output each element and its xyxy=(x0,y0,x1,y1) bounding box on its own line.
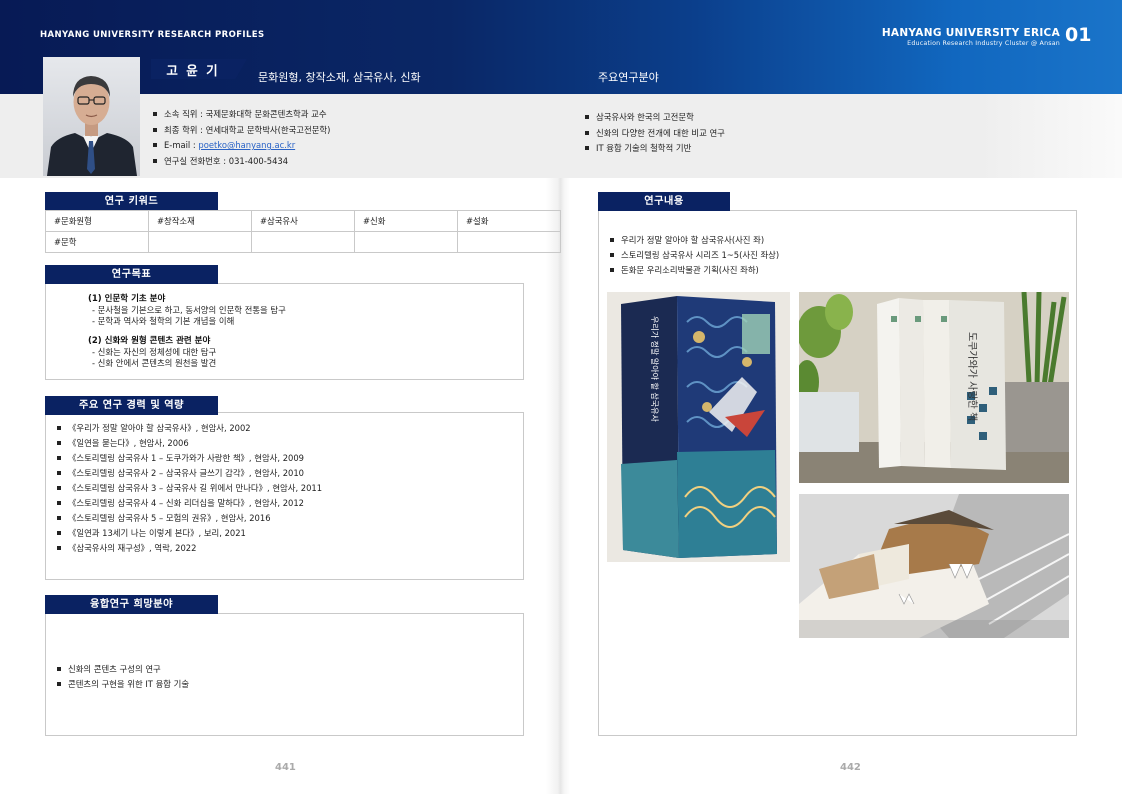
position-item: 소속 직위 : 국제문화대학 문화콘텐츠학과 교수 xyxy=(152,107,330,123)
keyword-cell xyxy=(148,231,252,253)
list-item: 《스토리텔링 삼국유사 4 – 신화 리더십을 말하다》, 현암사, 2012 xyxy=(56,496,322,511)
list-item: 《우리가 정말 알아야 할 삼국유사》, 현암사, 2002 xyxy=(56,421,322,436)
page-number-left: 441 xyxy=(275,762,296,773)
major-fields-list: 삼국유사와 한국의 고전문학 신화의 다양한 전개에 대한 비교 연구 IT 융… xyxy=(584,110,725,157)
profile-info-list: 소속 직위 : 국제문화대학 문화콘텐츠학과 교수 최종 학위 : 연세대학교 … xyxy=(152,107,330,169)
list-item: 스토리텔링 삼국유사 시리즈 1~5(사진 좌상) xyxy=(609,248,779,263)
goal-line: - 문사철을 기본으로 하고, 동서양의 인문학 전통을 탐구 xyxy=(92,305,286,315)
major-field-item: IT 융합 기술의 철학적 기반 xyxy=(584,141,725,157)
keywords-table: #문화원형 #창작소재 #삼국유사 #신화 #설화 #문학 xyxy=(45,210,561,253)
career-section-title: 주요 연구 경력 및 역량 xyxy=(45,396,218,415)
major-fields-title: 주요연구분야 xyxy=(598,71,659,84)
goal-heading-1: (1) 인문학 기초 분야 xyxy=(88,294,166,304)
major-field-item: 신화의 다양한 전개에 대한 비교 연구 xyxy=(584,126,725,142)
career-list: 《우리가 정말 알아야 할 삼국유사》, 현암사, 2002 《일연을 묻는다》… xyxy=(56,421,322,556)
series-cover-title: 도쿠가와가 사랑한 책 xyxy=(966,332,978,421)
list-item: 《스토리텔링 삼국유사 3 – 삼국유사 길 위에서 만나다》, 현암사, 20… xyxy=(56,481,322,496)
goals-box: (1) 인문학 기초 분야 - 문사철을 기본으로 하고, 동서양의 인문학 전… xyxy=(45,283,524,380)
header-left-title: HANYANG UNIVERSITY RESEARCH PROFILES xyxy=(40,30,265,40)
page-number-right: 442 xyxy=(840,762,861,773)
list-item: 콘텐츠의 구현을 위한 IT 융합 기술 xyxy=(56,677,189,692)
list-item: 우리가 정말 알아야 할 삼국유사(사진 좌) xyxy=(609,233,779,248)
list-item: 《스토리텔링 삼국유사 2 – 삼국유사 글쓰기 감각》, 현암사, 2010 xyxy=(56,466,322,481)
keywords-heading: 문화원형, 창작소재, 삼국유사, 신화 xyxy=(258,71,421,84)
list-item: 돈화문 우리소리박물관 기획(사진 좌하) xyxy=(609,263,779,278)
book-series-photo: 도쿠가와가 사랑한 책 xyxy=(799,292,1069,483)
keyword-cell xyxy=(251,231,355,253)
phone-item: 연구실 전화번호 : 031-400-5434 xyxy=(152,154,330,170)
keyword-cell: #설화 xyxy=(457,210,561,232)
goal-line: - 문학과 역사와 철학의 기본 개념을 이해 xyxy=(92,316,235,326)
list-item: 《삼국유사의 재구성》, 역락, 2022 xyxy=(56,541,322,556)
keyword-cell: #문화원형 xyxy=(45,210,149,232)
goal-heading-2: (2) 신화와 원형 콘텐츠 관련 분야 xyxy=(88,336,211,346)
degree-item: 최종 학위 : 연세대학교 문학박사(한국고전문학) xyxy=(152,123,330,139)
career-box: 《우리가 정말 알아야 할 삼국유사》, 현암사, 2002 《일연을 묻는다》… xyxy=(45,412,524,580)
keyword-cell: #신화 xyxy=(354,210,458,232)
museum-model-photo xyxy=(799,494,1069,638)
list-item: 《일연과 13세기 나는 이렇게 본다》, 보리, 2021 xyxy=(56,526,322,541)
list-item: 《스토리텔링 삼국유사 1 – 도쿠가와가 사랑한 책》, 현암사, 2009 xyxy=(56,451,322,466)
keyword-cell: #삼국유사 xyxy=(251,210,355,232)
table-row: #문화원형 #창작소재 #삼국유사 #신화 #설화 xyxy=(45,210,561,232)
keyword-cell xyxy=(354,231,458,253)
email-link[interactable]: poetko@hanyang.ac.kr xyxy=(198,140,295,150)
research-list: 우리가 정말 알아야 할 삼국유사(사진 좌) 스토리텔링 삼국유사 시리즈 1… xyxy=(609,233,779,278)
header-banner xyxy=(0,0,1122,94)
university-subtitle: Education Research Industry Cluster @ An… xyxy=(907,40,1060,47)
goal-line: - 신화 안에서 콘텐츠의 원천을 발견 xyxy=(92,358,217,368)
email-prefix: E-mail : xyxy=(164,140,199,150)
email-item: E-mail : poetko@hanyang.ac.kr xyxy=(152,138,330,154)
list-item: 《스토리텔링 삼국유사 5 – 모험의 권유》, 현암사, 2016 xyxy=(56,511,322,526)
fusion-box: 신화의 콘텐츠 구성의 연구 콘텐츠의 구현을 위한 IT 융합 기술 xyxy=(45,613,524,736)
header-right-block: HANYANG UNIVERSITY ERICA Education Resea… xyxy=(882,27,1060,47)
researcher-name: 고 윤 기 xyxy=(166,63,220,78)
chapter-number: 01 xyxy=(1065,24,1092,46)
list-item: 《일연을 묻는다》, 현암사, 2006 xyxy=(56,436,322,451)
fusion-section-title: 융합연구 희망분야 xyxy=(45,595,218,614)
info-band-fade xyxy=(980,94,1122,178)
book-spine-shadow xyxy=(546,178,570,794)
keyword-cell xyxy=(457,231,561,253)
university-title: HANYANG UNIVERSITY ERICA xyxy=(881,27,1060,39)
list-item: 신화의 콘텐츠 구성의 연구 xyxy=(56,662,189,677)
keyword-cell: #문학 xyxy=(45,231,149,253)
fusion-list: 신화의 콘텐츠 구성의 연구 콘텐츠의 구현을 위한 IT 융합 기술 xyxy=(56,662,189,692)
table-row: #문학 xyxy=(45,231,561,253)
keywords-section-title: 연구 키워드 xyxy=(45,192,218,211)
goals-section-title: 연구목표 xyxy=(45,265,218,284)
portrait-photo xyxy=(43,57,140,176)
book-spine-title: 우리가 정말 알아야 할 삼국유사 xyxy=(650,316,660,422)
major-field-item: 삼국유사와 한국의 고전문학 xyxy=(584,110,725,126)
research-section-title: 연구내용 xyxy=(598,192,730,211)
goal-line: - 신화는 자신의 정체성에 대한 탐구 xyxy=(92,347,217,357)
goals-content: (1) 인문학 기초 분야 - 문사철을 기본으로 하고, 동서양의 인문학 전… xyxy=(88,294,286,369)
keyword-cell: #창작소재 xyxy=(148,210,252,232)
book-cover-photo: 우리가 정말 알아야 할 삼국유사 xyxy=(607,292,790,562)
